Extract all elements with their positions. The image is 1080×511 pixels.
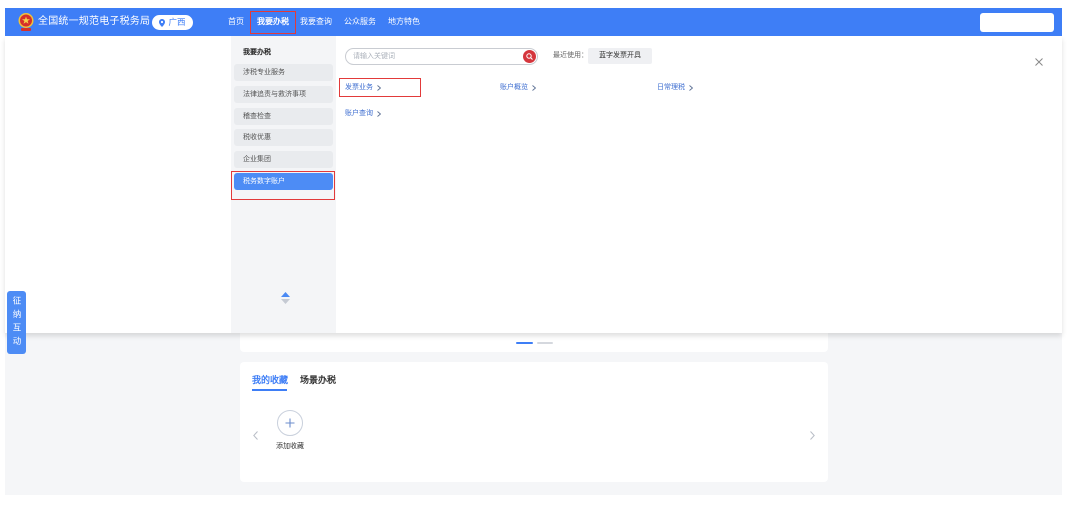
nav-query[interactable]: 我要查询	[300, 8, 332, 36]
plus-icon	[277, 410, 303, 436]
location-pin-icon	[159, 18, 166, 27]
interaction-side-tab[interactable]: 征纳互动	[7, 291, 26, 354]
favorites-card: 我的收藏 场景办税 添加收藏	[240, 362, 828, 482]
add-favorite-label: 添加收藏	[276, 443, 304, 450]
chevron-right-icon	[689, 85, 693, 91]
category-list: 涉税专业服务 法律追责与救济事项 稽查检查 税收优惠 企业集团 税务数字账户	[234, 64, 333, 195]
link-label: 账户概览	[500, 84, 528, 91]
link-invoice-business[interactable]: 发票业务	[345, 83, 381, 93]
link-label: 账户查询	[345, 110, 373, 117]
national-emblem-icon[interactable]	[17, 12, 35, 32]
sidebar-item-tax-incentives[interactable]: 税收优惠	[234, 129, 333, 147]
active-tab-underline	[252, 389, 287, 391]
chevron-right-icon	[377, 85, 381, 91]
chevron-right-icon	[532, 85, 536, 91]
category-sidebar: 我要办税 涉税专业服务 法律追责与救济事项 稽查检查 税收优惠 企业集团 税务数…	[231, 36, 336, 333]
chevron-right-icon	[377, 111, 381, 117]
link-label: 日常理税	[657, 84, 685, 91]
top-navigation-bar: 全国统一规范电子税务局 广西 首页 我要办税 我要查询 公众服务 地方特色	[5, 8, 1062, 36]
recent-used-label: 最近使用：	[553, 52, 588, 59]
tab-scenario-tax[interactable]: 场景办税	[300, 374, 336, 386]
home-content-area: 我的收藏 场景办税 添加收藏	[5, 333, 1062, 495]
nav-tax-handling[interactable]: 我要办税	[257, 8, 289, 36]
close-icon[interactable]	[1035, 53, 1043, 66]
link-account-overview[interactable]: 账户概览	[500, 83, 536, 93]
nav-local-features[interactable]: 地方特色	[388, 8, 420, 36]
side-tab-label: 征纳互动	[12, 295, 22, 350]
sidebar-item-professional-services[interactable]: 涉税专业服务	[234, 64, 333, 81]
carousel-indicator-active[interactable]	[516, 342, 533, 344]
recent-item-chip[interactable]: 蓝字发票开具	[588, 48, 652, 64]
site-title[interactable]: 全国统一规范电子税务局	[38, 8, 150, 36]
user-login-area[interactable]	[980, 13, 1054, 32]
nav-public-service[interactable]: 公众服务	[344, 8, 376, 36]
link-label: 发票业务	[345, 84, 373, 91]
search-icon[interactable]	[523, 50, 536, 63]
region-selector[interactable]: 广西	[152, 15, 193, 30]
scroll-up-down-icon[interactable]	[281, 291, 290, 304]
sidebar-item-enterprise-group[interactable]: 企业集团	[234, 151, 333, 169]
tab-my-favorites[interactable]: 我的收藏	[252, 374, 288, 386]
search-box	[345, 48, 538, 65]
sidebar-item-legal-remedies[interactable]: 法律追责与救济事项	[234, 85, 333, 103]
banner-card	[240, 333, 828, 352]
sidebar-heading: 我要办税	[243, 49, 271, 56]
search-input[interactable]	[353, 49, 513, 64]
nav-home[interactable]: 首页	[228, 8, 244, 36]
sidebar-item-inspection[interactable]: 稽查检查	[234, 107, 333, 125]
add-favorite-button[interactable]: 添加收藏	[260, 410, 320, 452]
sidebar-item-digital-account[interactable]: 税务数字账户	[234, 172, 333, 190]
tax-handling-dropdown-panel: 我要办税 涉税专业服务 法律追责与救济事项 稽查检查 税收优惠 企业集团 税务数…	[5, 36, 1062, 333]
chevron-right-icon[interactable]	[810, 427, 815, 440]
chevron-left-icon[interactable]	[253, 427, 258, 440]
region-label: 广西	[168, 17, 186, 27]
carousel-indicator[interactable]	[537, 342, 553, 344]
link-daily-tax[interactable]: 日常理税	[657, 83, 693, 93]
link-account-query[interactable]: 账户查询	[345, 109, 381, 119]
